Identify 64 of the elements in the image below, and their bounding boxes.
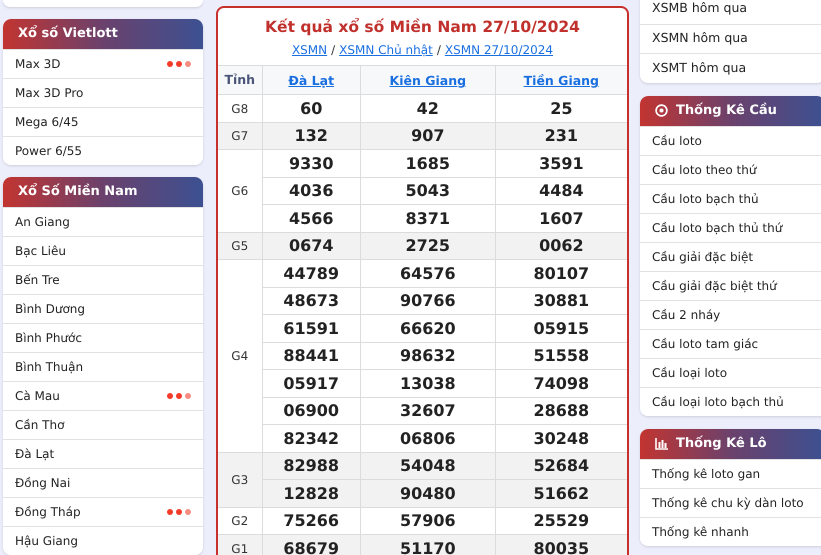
prize-number: 90480	[360, 480, 496, 508]
prize-number: 64576	[360, 260, 496, 288]
section-title: Thống Kê Lô	[676, 434, 767, 453]
prize-label: G4	[218, 260, 262, 452]
prize-number: 9330	[262, 150, 360, 178]
menu-item[interactable]: Cần Thơ	[3, 410, 203, 439]
menu-item[interactable]: Cầu loto bạch thủ	[640, 184, 821, 212]
menu-item[interactable]: Đồng Tháp	[3, 497, 203, 526]
prize-number: 42	[360, 94, 496, 122]
menu-item[interactable]: Cầu giải đặc biệt	[640, 242, 821, 270]
menu-item[interactable]: Bình Thuận	[3, 352, 203, 381]
menu-item[interactable]: Thống kê chu kỳ dàn loto	[640, 488, 821, 516]
section-title: Thống Kê Cầu	[676, 102, 777, 120]
prize-number: 82342	[262, 424, 360, 452]
menu-item[interactable]: Cầu loại loto bạch thủ	[640, 386, 821, 416]
prize-label: G8	[218, 94, 262, 122]
menu-item[interactable]: Thống kê nhanh	[640, 516, 821, 546]
menu-item[interactable]: Đồng Nai	[3, 468, 203, 497]
menu-item[interactable]: Max 3D Pro	[3, 78, 203, 107]
breadcrumb-link[interactable]: XSMN Chủ nhật	[339, 41, 433, 60]
prize-number: 13038	[360, 370, 496, 398]
prize-number: 06806	[360, 424, 496, 452]
menu-item[interactable]: Cầu loto bạch thủ thứ	[640, 212, 821, 242]
menu-item[interactable]: Bạc Liêu	[3, 236, 203, 265]
menu-item[interactable]: Thống kê loto gan	[640, 458, 821, 488]
menu-item[interactable]: Cầu loto tam giác	[640, 328, 821, 358]
menu-item[interactable]: Max 3D	[3, 49, 203, 78]
prize-number: 12828	[262, 480, 360, 508]
prize-number: 05917	[262, 370, 360, 398]
prize-number: 60	[262, 94, 360, 122]
prize-label: G3	[218, 452, 262, 508]
prize-number: 4566	[262, 204, 360, 232]
menu-item[interactable]: XSMN hôm qua	[640, 24, 821, 53]
menu-item[interactable]: Cầu giải đặc biệt thứ	[640, 270, 821, 300]
menu-item[interactable]: Bình Phước	[3, 323, 203, 352]
menu-item[interactable]: Đà Lạt	[3, 439, 203, 468]
breadcrumb-separator: /	[436, 42, 441, 60]
section-title: Xổ Số Miền Nam	[18, 182, 138, 202]
section-title: Xổ số Vietlott	[18, 24, 118, 44]
prize-number: 8371	[360, 204, 496, 232]
menu-item[interactable]: Cầu loto	[640, 126, 821, 154]
menu-item[interactable]: Cầu loto theo thứ	[640, 154, 821, 184]
menu-item[interactable]: Power 6/55	[3, 136, 203, 165]
prize-number: 66620	[360, 314, 496, 342]
menu-item[interactable]: Cà Mau	[3, 381, 203, 410]
menu-item[interactable]: Cầu loại loto	[640, 358, 821, 386]
prize-label: G6	[218, 150, 262, 232]
breadcrumb-link[interactable]: XSMN 27/10/2024	[444, 41, 554, 60]
menu-item[interactable]: XSMT hôm qua	[640, 53, 821, 82]
menu-item[interactable]: Cầu 2 nháy	[640, 300, 821, 328]
menu-item[interactable]: XSMB hôm qua	[640, 0, 821, 24]
results-title: Kết quả xổ số Miền Nam 27/10/2024	[265, 16, 580, 38]
menu-item[interactable]: An Giang	[3, 207, 203, 236]
breadcrumb-link[interactable]: XSMN	[292, 41, 328, 60]
prize-number: 61591	[262, 314, 360, 342]
menu-item[interactable]: Bình Dương	[3, 294, 203, 323]
menu-item[interactable]: Hậu Giang	[3, 526, 203, 555]
bar-chart-icon	[655, 438, 668, 450]
prize-number: 44789	[262, 260, 360, 288]
menu-item[interactable]: Mega 6/45	[3, 107, 203, 136]
target-icon	[655, 104, 668, 117]
menu-item[interactable]: Bến Tre	[3, 265, 203, 294]
prize-number: 1685	[360, 150, 496, 178]
breadcrumb-separator: /	[331, 42, 336, 60]
